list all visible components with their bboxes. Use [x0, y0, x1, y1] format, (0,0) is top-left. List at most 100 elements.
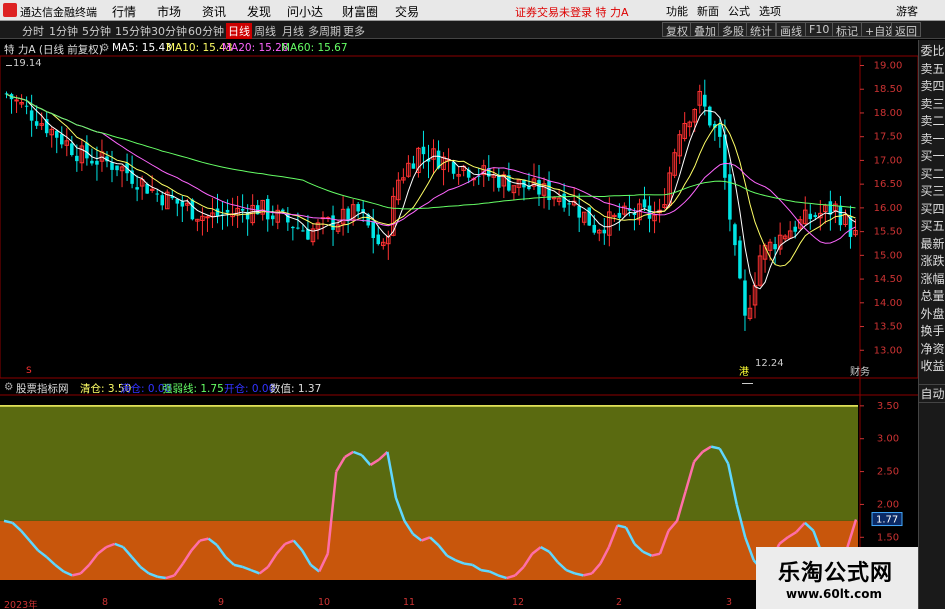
low-tag: 港: [739, 366, 749, 378]
sidebar-item: 卖五: [920, 61, 945, 76]
candle-body: [155, 193, 159, 195]
candle-body: [190, 199, 195, 220]
upper-band: [0, 405, 858, 521]
candle-body: [306, 229, 310, 240]
y-tick-label: 15.00: [874, 250, 903, 261]
candle-body: [95, 160, 99, 165]
y-tick-label: 14.50: [874, 274, 903, 285]
y-tick-label: 1.50: [877, 532, 899, 543]
candle-body: [537, 180, 541, 195]
auto-toggle[interactable]: 自动: [919, 384, 945, 403]
candle-body: [24, 105, 29, 107]
y-tick-label: 16.00: [874, 203, 903, 214]
indicator-segment: [480, 568, 490, 573]
sidebar-item: 买四: [920, 201, 945, 216]
candle-body: [115, 165, 119, 171]
y-tick-label: 2.50: [877, 467, 899, 478]
candle-body: [828, 201, 833, 215]
candle-body: [587, 207, 591, 226]
candle-body: [421, 146, 426, 155]
candle-body: [14, 99, 19, 102]
watermark-url: www.60lt.com: [786, 587, 883, 601]
candle-body: [703, 94, 707, 107]
candle-body: [793, 226, 797, 232]
candle-body: [773, 244, 777, 250]
sidebar-item: 卖四: [920, 79, 945, 93]
ma20-line: [6, 93, 856, 244]
s-marker: S: [26, 366, 32, 376]
sidebar-item: 买五: [920, 219, 945, 233]
y-tick-label: 18.50: [874, 84, 903, 95]
candle-body: [29, 110, 34, 121]
candle-body: [577, 205, 581, 218]
candle-body: [145, 183, 149, 194]
y-tick-label: 13.50: [874, 322, 903, 333]
candle-body: [808, 213, 813, 220]
candle-body: [90, 160, 94, 164]
sidebar-item: 买一: [920, 149, 945, 163]
low-price-label: 12.24: [755, 358, 784, 369]
candle-body: [617, 212, 622, 218]
y-tick-label: 3.00: [877, 434, 899, 445]
sidebar-item: 收益: [920, 359, 945, 373]
y-tick-label: 17.00: [874, 155, 903, 166]
candle-body: [602, 229, 607, 234]
main-panel-border: [0, 55, 918, 379]
candle-body: [738, 240, 742, 279]
sidebar-item: 卖二: [920, 114, 945, 128]
candle-body: [281, 209, 285, 212]
sidebar-item: 涨幅: [920, 271, 945, 286]
indicator-segment: [157, 575, 167, 580]
sidebar-item: 换手: [920, 324, 945, 338]
candle-body: [70, 143, 74, 156]
candle-body: [110, 162, 114, 170]
y-tick-label: 15.50: [874, 227, 903, 238]
candle-body: [60, 134, 64, 145]
candle-body: [240, 208, 245, 211]
sidebar-item: 涨跌: [920, 254, 945, 268]
sidebar-item: 外盘: [920, 306, 945, 321]
candle-body: [34, 121, 39, 126]
candle-body: [346, 208, 350, 222]
candle-body: [75, 155, 79, 162]
candle-body: [642, 199, 647, 208]
candle-body: [718, 124, 722, 137]
candle-body: [592, 224, 597, 233]
current-value-label: 1.77: [876, 515, 898, 526]
candle-body: [376, 234, 381, 245]
kline-chart[interactable]: 19.00 18.50 18.00 17.50 17.00 16.50 16.00 15.50…: [0, 0, 918, 597]
candle-body: [733, 224, 737, 246]
y-tick-label: 19.00: [874, 60, 903, 71]
candle-body: [301, 230, 305, 232]
candle-body: [296, 227, 300, 229]
candle-body: [205, 216, 210, 219]
time-label: 3: [726, 597, 733, 608]
candle-body: [451, 161, 456, 174]
candle-body: [225, 209, 230, 213]
time-label: 10: [318, 597, 331, 608]
y-tick-label: 13.00: [874, 345, 903, 356]
y-tick-label: 17.50: [874, 132, 903, 143]
watermark-title: 乐淘公式网: [778, 561, 894, 586]
indicator-segment: [463, 562, 473, 567]
time-label: 12: [512, 597, 525, 608]
candle-body: [180, 201, 185, 207]
candle-body: [271, 215, 275, 220]
sidebar-item: 净资: [920, 341, 945, 356]
sidebar-item: 卖一: [920, 131, 945, 146]
y-tick-label: 16.50: [874, 179, 903, 190]
candle-body: [291, 226, 295, 229]
sidebar-item: 总量: [920, 289, 945, 303]
y-tick-label: 2.00: [877, 499, 899, 510]
time-label: 2: [616, 597, 623, 608]
candle-body: [497, 175, 501, 188]
candle-body: [85, 142, 89, 159]
time-label: 9: [218, 597, 225, 608]
candle-body: [215, 208, 220, 217]
candle-body: [813, 215, 818, 217]
candle-body: [708, 106, 712, 126]
candle-body: [356, 204, 360, 212]
sidebar-item: 买三: [920, 184, 945, 198]
candle-body: [54, 130, 59, 138]
candle-body: [160, 195, 164, 206]
